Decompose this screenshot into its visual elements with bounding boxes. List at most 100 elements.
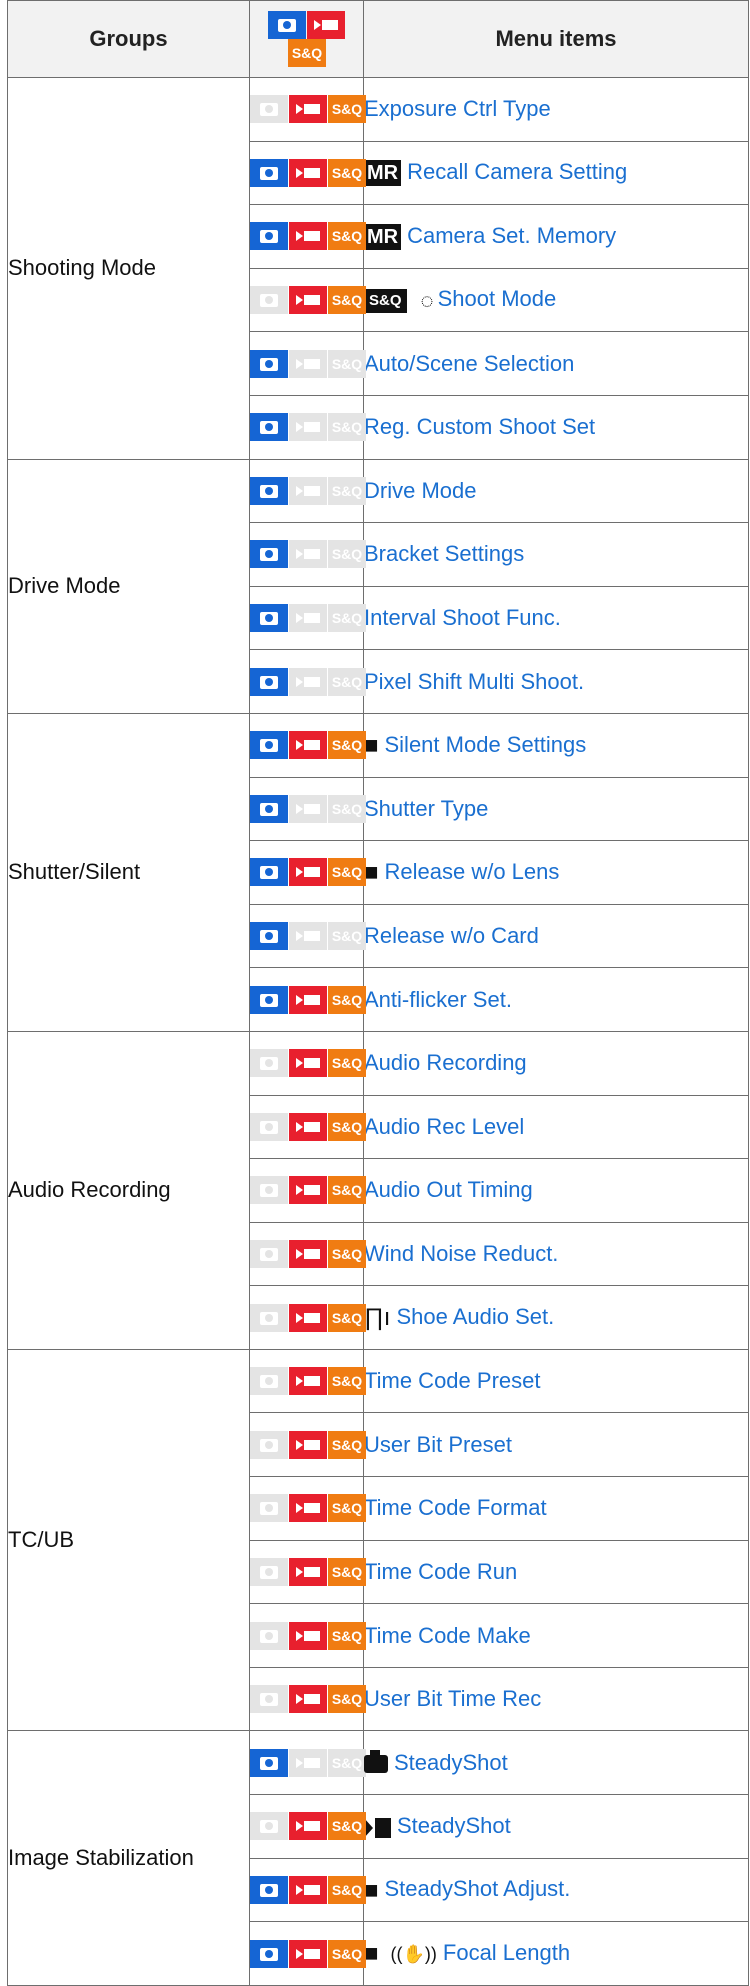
movie-mode-icon [289,476,327,505]
menu-item-cell: Interval Shoot Func. [363,585,749,651]
photo-mode-icon [268,11,306,39]
mode-availability: S&Q [249,394,366,460]
photo-mode-icon [250,1367,288,1396]
photo-mode-icon [250,95,288,124]
photo-mode-icon [250,604,288,633]
menu-item-cell: Reg. Custom Shoot Set [363,394,749,460]
header-menu-items: Menu items [363,0,749,78]
movie-mode-icon [289,1621,327,1650]
menu-item-link[interactable]: Time Code Preset [364,1368,540,1393]
table-row: Audio Recording S&Q Audio Recording [7,1030,749,1350]
movie-mode-icon [289,667,327,696]
mode-availability: S&Q [249,649,366,714]
sq-mode-icon: S&Q [328,1685,366,1714]
mode-availability: S&Q [249,712,366,778]
menu-item-link[interactable]: Anti-flicker Set. [364,987,512,1012]
table-row: Drive Mode S&Q Drive Mode [7,458,749,714]
sq-mode-icon: S&Q [328,349,366,378]
menu-item-link[interactable]: SteadyShot [397,1813,511,1838]
menu-item-link[interactable]: Wind Noise Reduct. [364,1241,558,1266]
menu-item-cell: MR Recall Camera Setting [363,140,749,206]
menu-item-cell: Time Code Preset [363,1348,749,1414]
movie-mode-icon [289,1494,327,1523]
menu-item-cell: Auto/Scene Selection [363,331,749,396]
menu-item-link[interactable]: Shutter Type [364,796,488,821]
photo-mode-icon [250,985,288,1014]
menu-item-link[interactable]: Audio Recording [364,1050,527,1075]
menu-item-link[interactable]: Time Code Run [364,1559,517,1584]
movie-mode-icon [289,1685,327,1714]
mode-availability: S&Q [249,140,366,206]
menu-item-link[interactable]: Camera Set. Memory [407,223,616,248]
menu-item-cell: MR Camera Set. Memory [363,204,749,269]
movie-mode-icon [289,1112,327,1141]
photo-mode-icon [250,476,288,505]
photo-mode-icon [250,1239,288,1268]
menu-item-link[interactable]: Audio Out Timing [364,1177,533,1202]
menu-item-cell: Bracket Settings [363,522,749,587]
movie-mode-icon [289,1176,327,1205]
sq-mode-icon: S&Q [328,222,366,251]
menu-item-link[interactable]: Time Code Make [364,1623,531,1648]
menu-item-link[interactable]: Recall Camera Setting [407,159,627,184]
mode-availability: S&Q [249,1094,366,1160]
sq-badge-icon: S&Q [364,288,407,313]
menu-item-link[interactable]: Audio Rec Level [364,1114,524,1139]
movie-mode-icon [289,858,327,887]
movie-mode-icon [289,985,327,1014]
mode-availability: S&Q [249,458,366,524]
menu-item-link[interactable]: Silent Mode Settings [385,732,587,757]
mode-availability: S&Q [249,1921,366,1986]
photo-mode-icon [250,1303,288,1332]
mode-availability: S&Q [249,267,366,333]
movie-mode-icon [289,1303,327,1332]
menu-item-link[interactable]: Time Code Format [364,1495,547,1520]
table-row: TC/UB S&Q Time Code Preset [7,1348,749,1732]
mode-availability: S&Q [249,1539,366,1605]
menu-item-link[interactable]: Exposure Ctrl Type [364,96,551,121]
sq-mode-icon: S&Q [328,731,366,760]
menu-item-link[interactable]: Shoe Audio Set. [396,1304,554,1329]
photo-mode-icon [250,413,288,442]
sq-mode-icon: S&Q [328,1939,366,1968]
movie-mode-icon [289,349,327,378]
shoe-icon: ∏ı [364,1304,391,1332]
menu-item-link[interactable]: Auto/Scene Selection [364,351,574,376]
menu-item-link[interactable]: Release w/o Card [364,923,539,948]
menu-item-link[interactable]: SteadyShot Adjust. [385,1876,571,1901]
movie-mode-icon [289,604,327,633]
menu-item-cell: Release w/o Card [363,903,749,969]
menu-item-cell: Exposure Ctrl Type [363,77,749,142]
sq-mode-icon: S&Q [328,1875,366,1904]
movie-icon [364,1814,391,1840]
menu-item-link[interactable]: Shoot Mode [438,286,557,311]
table-header-row: Groups S&Q Menu items [7,0,749,78]
menu-item-link[interactable]: Drive Mode [364,478,476,503]
menu-item-link[interactable]: Bracket Settings [364,541,524,566]
menu-item-cell: User Bit Time Rec [363,1666,749,1732]
mode-availability: S&Q [249,1348,366,1414]
menu-item-link[interactable]: Release w/o Lens [385,859,560,884]
table-body: Shooting Mode S&Q Exposure Ctrl Type S&Q MR R… [7,77,749,1986]
movie-mode-icon [289,1557,327,1586]
group-name: Shooting Mode [7,77,250,460]
menu-item-link[interactable]: User Bit Time Rec [364,1686,541,1711]
sq-mode-icon: S&Q [328,1367,366,1396]
sq-mode-icon: S&Q [328,413,366,442]
mode-availability: S&Q [249,204,366,269]
menu-item-link[interactable]: Interval Shoot Func. [364,605,561,630]
menu-item-link[interactable]: Focal Length [443,1940,570,1965]
header-mode-icons: S&Q [249,0,364,78]
mode-availability: S&Q [249,1730,366,1796]
menu-item-link[interactable]: User Bit Preset [364,1432,512,1457]
movie-mode-icon [289,413,327,442]
movie-mode-icon [289,731,327,760]
menu-item-link[interactable]: SteadyShot [394,1750,508,1775]
menu-item-link[interactable]: Pixel Shift Multi Shoot. [364,669,584,694]
photo-mode-icon [250,731,288,760]
header-groups: Groups [7,0,250,78]
mode-availability: S&Q [249,77,366,142]
mode-availability: S&Q [249,776,366,842]
menu-item-link[interactable]: Reg. Custom Shoot Set [364,414,595,439]
sq-mode-icon: S&Q [328,1812,366,1841]
